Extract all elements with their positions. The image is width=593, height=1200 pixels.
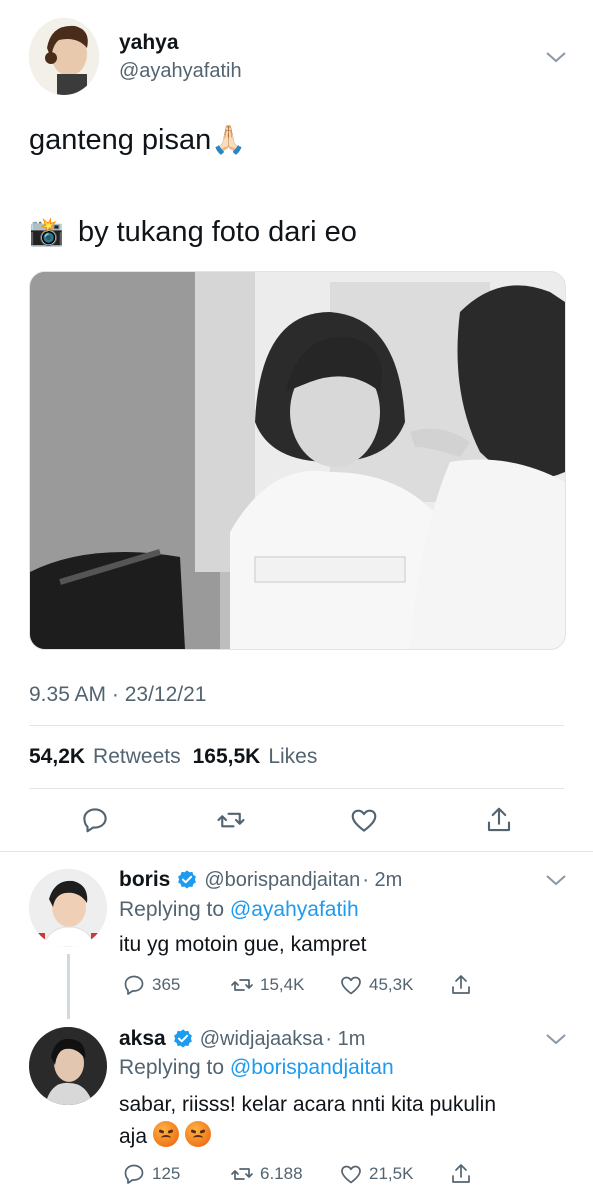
reply-name[interactable]: aksa	[119, 1027, 166, 1051]
reply-icon	[124, 975, 144, 995]
reply-time[interactable]: · 2m	[362, 869, 402, 892]
tweet-text-line1: ganteng pisan🙏🏻	[29, 123, 246, 158]
replying-prefix: Replying to	[119, 1056, 225, 1079]
divider	[29, 788, 564, 789]
tweet-timestamp[interactable]: 9.35 AM · 23/12/21	[29, 683, 206, 707]
reply-text-line2-text: aja	[119, 1125, 148, 1148]
share-icon[interactable]	[449, 973, 473, 997]
reply-text-line1: sabar, riisss! kelar acara nnti kita puk…	[119, 1093, 497, 1116]
tweet-text-line2-text: by tukang foto dari eo	[77, 216, 357, 248]
share-icon[interactable]	[449, 1162, 473, 1186]
reply-count: 365	[152, 975, 181, 994]
reply-header-boris: boris @borispandjaitan · 2m	[119, 868, 402, 892]
reply-avatar-boris[interactable]	[29, 869, 107, 947]
retweet-icon[interactable]	[216, 805, 246, 835]
author-handle[interactable]: @ayahyafatih	[119, 60, 242, 83]
folded-hands-emoji: 🙏🏻	[211, 124, 247, 155]
retweet-icon	[231, 979, 253, 991]
share-icon[interactable]	[484, 805, 514, 835]
verified-badge-icon	[178, 870, 197, 889]
reply-name[interactable]: boris	[119, 868, 170, 892]
verified-badge-icon	[173, 1029, 192, 1048]
reply-handle[interactable]: @borispandjaitan	[204, 869, 360, 892]
heart-icon	[341, 1165, 361, 1184]
reply-avatar-aksa[interactable]	[29, 1027, 107, 1105]
reply-header-aksa: aksa @widjajaaksa · 1m	[119, 1027, 365, 1051]
divider	[29, 725, 564, 726]
retweet-count: 15,4K	[260, 975, 305, 994]
reply-action-retweet[interactable]: 6.188	[230, 1162, 303, 1186]
reply-count: 125	[152, 1164, 181, 1183]
like-count: 45,3K	[369, 975, 414, 994]
replying-to-line: Replying to @ayahyafatih	[119, 898, 359, 922]
replying-to-link[interactable]: @borispandjaitan	[230, 1056, 394, 1079]
chevron-down-icon[interactable]	[545, 50, 567, 64]
like-count: 21,5K	[369, 1164, 414, 1183]
reply-action-retweet[interactable]: 15,4K	[230, 973, 304, 997]
reply-icon[interactable]	[80, 805, 110, 835]
retweet-count: 6.188	[260, 1164, 303, 1183]
reply-handle[interactable]: @widjajaaksa	[200, 1028, 324, 1051]
heart-icon[interactable]	[349, 805, 379, 835]
reply-action-like[interactable]: 45,3K	[339, 973, 413, 997]
replying-to-link[interactable]: @ayahyafatih	[230, 898, 359, 921]
reply-time[interactable]: · 1m	[325, 1028, 365, 1051]
reply-text: itu yg motoin gue, kampret	[119, 933, 367, 956]
reply-icon	[124, 1164, 144, 1184]
reply-action-reply[interactable]: 125	[122, 1162, 180, 1186]
likes-count[interactable]: 165,5K	[193, 745, 261, 769]
divider	[0, 851, 593, 852]
chevron-down-icon[interactable]	[545, 873, 567, 887]
thread-line	[67, 954, 70, 1019]
retweets-count[interactable]: 54,2K	[29, 745, 85, 769]
likes-label[interactable]: Likes	[268, 745, 317, 769]
author-avatar[interactable]	[29, 18, 99, 95]
angry-face-emoji	[152, 1121, 179, 1147]
reply-action-like[interactable]: 21,5K	[339, 1162, 413, 1186]
tweet-photo[interactable]	[29, 271, 566, 650]
angry-face-emoji	[184, 1121, 211, 1147]
retweet-icon	[231, 1168, 253, 1180]
retweets-label[interactable]: Retweets	[93, 745, 181, 769]
reply-text-line2: aja	[119, 1121, 211, 1152]
replying-to-line: Replying to @borispandjaitan	[119, 1056, 394, 1080]
tweet-text-line2: 📸 by tukang foto dari eo	[29, 215, 357, 250]
reply-action-reply[interactable]: 365	[122, 973, 180, 997]
tweet-text-line1-text: ganteng pisan	[29, 124, 212, 156]
replying-prefix: Replying to	[119, 898, 225, 921]
chevron-down-icon[interactable]	[545, 1032, 567, 1046]
camera-flash-emoji: 📸	[29, 216, 64, 247]
heart-icon	[341, 976, 361, 995]
tweet-stats: 54,2K Retweets 165,5K Likes	[29, 745, 317, 769]
author-name[interactable]: yahya	[119, 31, 179, 55]
